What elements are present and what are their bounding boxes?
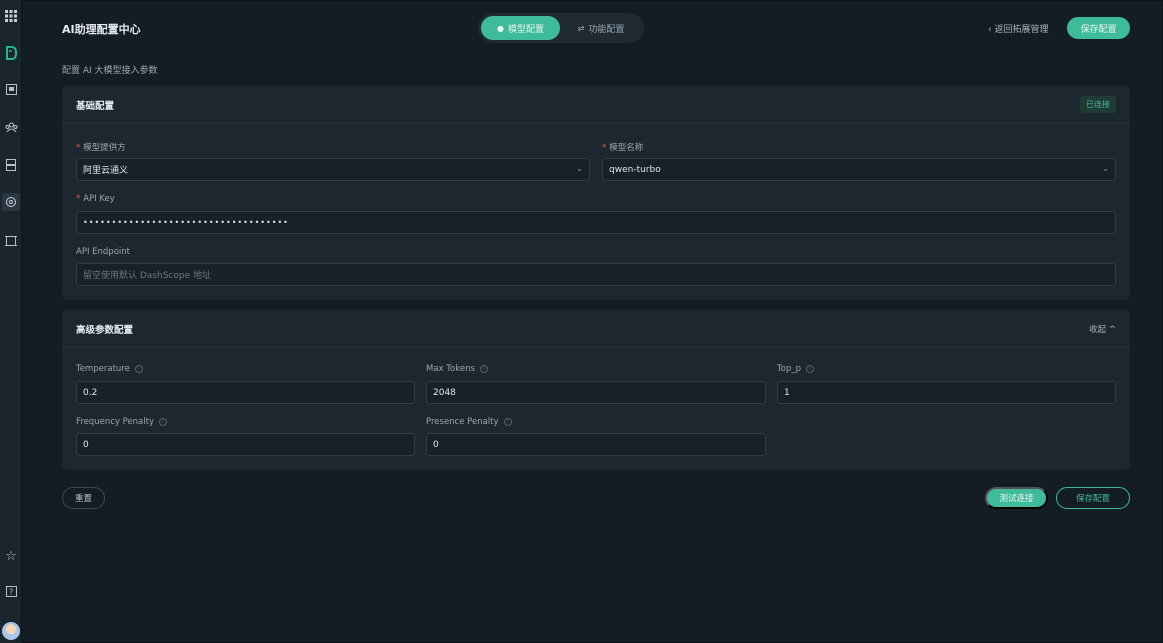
basic-config-header: 基础配置 已连接 bbox=[62, 86, 1130, 124]
help-icon[interactable]: ? bbox=[2, 582, 20, 600]
max-tokens-label-text: Max Tokens bbox=[426, 364, 475, 374]
presence-penalty-label: Presence Penalty i bbox=[426, 417, 512, 427]
top-p-label: Top_p i bbox=[777, 364, 814, 374]
frequency-penalty-input[interactable]: 0 bbox=[76, 433, 415, 456]
max-tokens-label: Max Tokens i bbox=[426, 364, 488, 374]
advanced-config-header: 高级参数配置 收起 ^ bbox=[62, 310, 1130, 348]
page-title: AI助理配置中心 bbox=[62, 23, 141, 36]
info-icon[interactable]: i bbox=[134, 364, 143, 373]
chevron-down-icon: ⌄ bbox=[1102, 164, 1109, 173]
tab-model-config-label: 模型配置 bbox=[507, 24, 544, 35]
provider-label-text: 模型提供方 bbox=[83, 143, 126, 153]
basic-config-card: 基础配置 已连接 * 模型提供方 阿里云通义 ⌄ * 模型名称 qwen-turbo… bbox=[62, 86, 1130, 300]
presence-penalty-value: 0 bbox=[433, 439, 439, 450]
endpoint-label-text: API Endpoint bbox=[76, 247, 130, 257]
provider-label: * 模型提供方 bbox=[76, 141, 126, 153]
model-name-value: qwen-turbo bbox=[609, 164, 661, 175]
temperature-label-text: Temperature bbox=[76, 364, 130, 374]
brand-logo-icon[interactable] bbox=[2, 44, 20, 62]
main-content: AI助理配置中心 ● 模型配置 ⇄ 功能配置 ‹ 返回拓展管理 保存配置 配置 … bbox=[22, 0, 1163, 643]
chevron-down-icon: ⌄ bbox=[576, 164, 583, 173]
frequency-penalty-label-text: Frequency Penalty bbox=[76, 417, 154, 427]
temperature-input[interactable]: 0.2 bbox=[76, 381, 415, 404]
team-icon[interactable] bbox=[2, 118, 20, 136]
star-icon[interactable]: ☆ bbox=[2, 547, 20, 565]
frequency-penalty-value: 0 bbox=[83, 439, 89, 450]
api-key-input[interactable]: •••••••••••••••••••••••••••••••••••• bbox=[76, 211, 1116, 234]
tab-model-config[interactable]: ● 模型配置 bbox=[481, 16, 560, 40]
status-badge: 已连接 bbox=[1080, 96, 1116, 113]
back-link-label: 返回拓展管理 bbox=[994, 25, 1049, 35]
required-mark: * bbox=[76, 194, 81, 204]
top-p-label-text: Top_p bbox=[777, 364, 801, 374]
max-tokens-value: 2048 bbox=[433, 387, 456, 398]
info-icon[interactable]: i bbox=[159, 417, 167, 426]
api-key-label: * API Key bbox=[76, 194, 115, 204]
required-mark: * bbox=[76, 143, 81, 153]
top-p-value: 1 bbox=[784, 387, 790, 398]
test-connection-button[interactable]: 测试连接 bbox=[985, 487, 1048, 509]
apps-grid-icon[interactable] bbox=[2, 7, 20, 25]
extension-icon[interactable] bbox=[2, 232, 20, 250]
model-name-label-text: 模型名称 bbox=[609, 143, 644, 153]
back-link[interactable]: ‹ 返回拓展管理 bbox=[988, 22, 1048, 35]
temperature-value: 0.2 bbox=[83, 387, 98, 398]
left-rail: ☆ ? bbox=[0, 0, 22, 643]
top-p-input[interactable]: 1 bbox=[777, 381, 1116, 404]
info-icon[interactable]: i bbox=[479, 364, 488, 373]
tab-feature-config[interactable]: ⇄ 功能配置 bbox=[566, 16, 636, 40]
endpoint-label: API Endpoint bbox=[76, 247, 130, 257]
required-mark: * bbox=[602, 143, 607, 153]
page-subtitle: 配置 AI 大模型接入参数 bbox=[62, 66, 158, 76]
server-icon[interactable] bbox=[2, 156, 20, 174]
temperature-label: Temperature i bbox=[76, 364, 143, 374]
config-tabs: ● 模型配置 ⇄ 功能配置 bbox=[478, 13, 644, 43]
advanced-config-card: 高级参数配置 收起 ^ Temperature i 0.2 Max Tokens i… bbox=[62, 310, 1130, 470]
collapse-toggle[interactable]: 收起 ^ bbox=[1089, 323, 1116, 335]
endpoint-input[interactable]: 留空使用默认 DashScope 地址 bbox=[76, 263, 1116, 286]
api-key-value: •••••••••••••••••••••••••••••••••••• bbox=[83, 218, 289, 227]
info-icon[interactable]: i bbox=[503, 417, 512, 426]
avatar[interactable] bbox=[2, 622, 20, 640]
presence-penalty-label-text: Presence Penalty bbox=[426, 417, 499, 427]
save-config-button-top[interactable]: 保存配置 bbox=[1067, 17, 1130, 39]
info-icon[interactable]: i bbox=[806, 364, 814, 373]
provider-select[interactable]: 阿里云通义 ⌄ bbox=[76, 158, 590, 181]
frequency-penalty-label: Frequency Penalty i bbox=[76, 417, 167, 427]
endpoint-placeholder: 留空使用默认 DashScope 地址 bbox=[83, 271, 211, 281]
model-icon: ● bbox=[497, 23, 504, 33]
advanced-config-title: 高级参数配置 bbox=[76, 324, 134, 336]
save-config-button-bottom[interactable]: 保存配置 bbox=[1056, 487, 1130, 509]
presence-penalty-input[interactable]: 0 bbox=[426, 433, 766, 456]
swap-icon: ⇄ bbox=[577, 23, 585, 33]
tab-feature-config-label: 功能配置 bbox=[588, 24, 625, 35]
svg-text:?: ? bbox=[9, 587, 13, 596]
provider-value: 阿里云通义 bbox=[83, 166, 129, 176]
model-name-select[interactable]: qwen-turbo ⌄ bbox=[602, 158, 1116, 181]
model-name-label: * 模型名称 bbox=[602, 141, 643, 153]
max-tokens-input[interactable]: 2048 bbox=[426, 381, 766, 404]
reset-button[interactable]: 重置 bbox=[62, 487, 105, 509]
basic-config-title: 基础配置 bbox=[76, 100, 115, 112]
api-key-label-text: API Key bbox=[83, 194, 115, 204]
dashboard-icon[interactable] bbox=[2, 80, 20, 98]
settings-icon[interactable] bbox=[2, 193, 20, 211]
